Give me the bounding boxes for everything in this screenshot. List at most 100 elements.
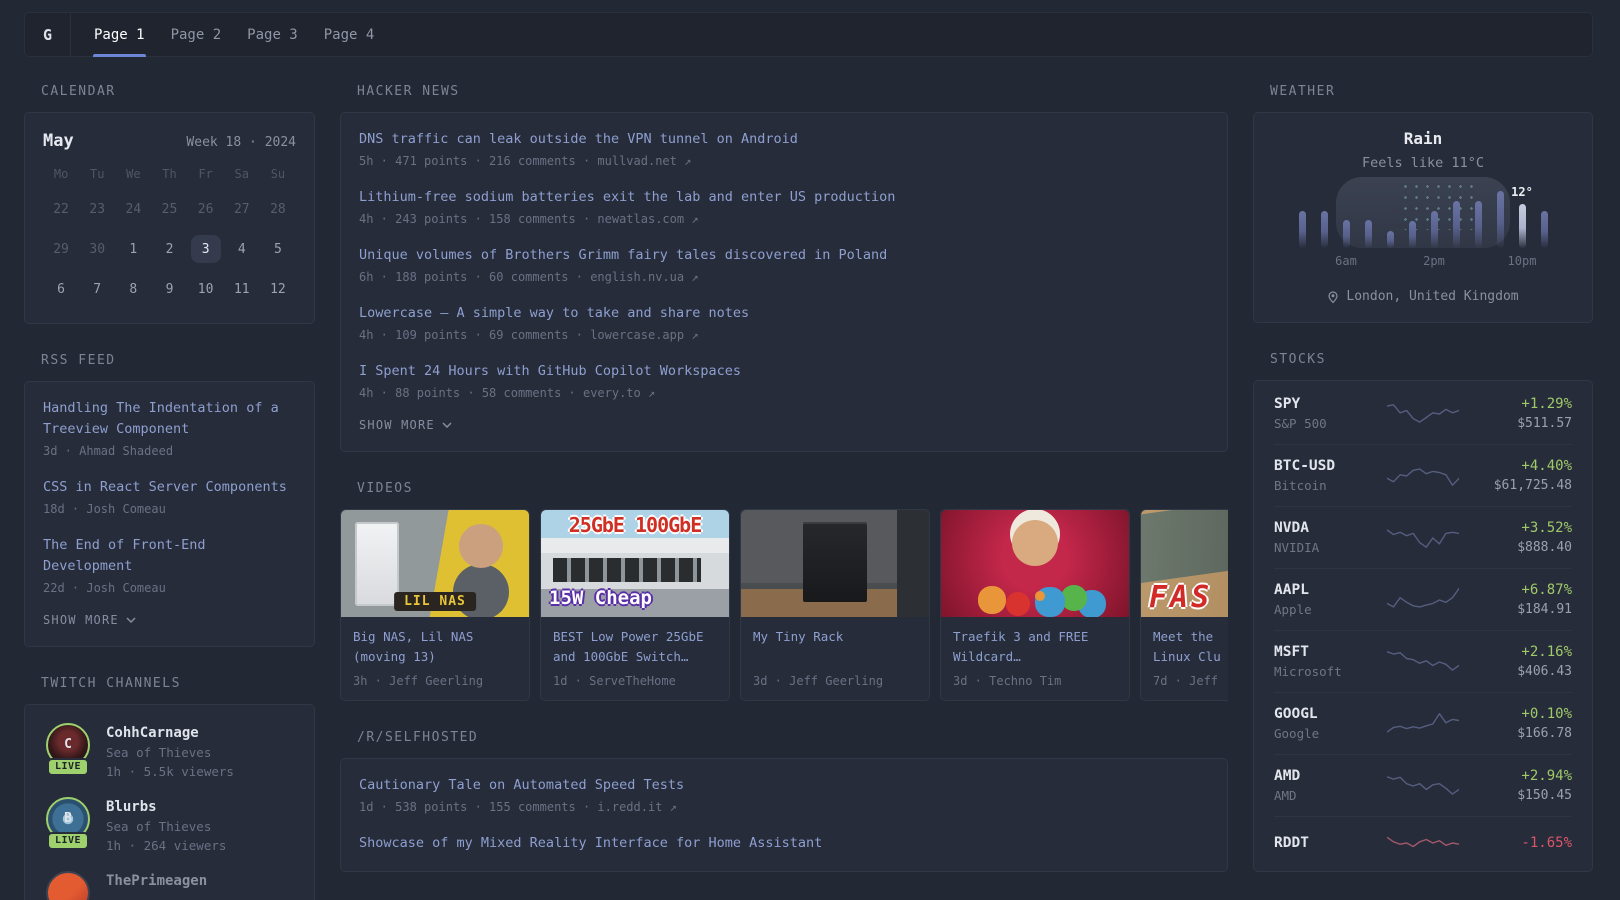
twitch-avatar-wrap: B LIVE [43,796,93,850]
stock-symbol: BTC-USD [1274,458,1336,474]
weather-bar-column [1292,191,1312,248]
video-card[interactable]: Traefik 3 and FREE Wildcard… 3d · Techno… [940,508,1130,701]
video-card[interactable]: My Tiny Rack 3d · Jeff Geerling [740,508,930,701]
stock-row[interactable]: BTC-USD Bitcoin +4.40% $61,725.48 [1274,444,1572,506]
calendar-heading: CALENDAR [41,84,116,99]
twitch-channel-name: ThePrimeagen [106,872,208,889]
stock-identity: AAPL Apple [1274,582,1381,617]
weekday-label: Mo [53,167,69,181]
calendar-day: 4 [237,241,246,257]
calendar-day: 9 [165,281,174,297]
right-column: WEATHER Rain Feels like 11°C 6am 2pm 12°… [1253,84,1593,900]
calendar-day: 1 [129,241,138,257]
reddit-item-title[interactable]: Showcase of my Mixed Reality Interface f… [359,833,1209,854]
video-card[interactable]: 25GbE 100GbE 15W Cheap BEST Low Power 25… [540,508,730,701]
stock-sparkline [1387,467,1459,486]
hackernews-item-title[interactable]: DNS traffic can leak outside the VPN tun… [359,129,1209,150]
hackernews-show-more-button[interactable]: SHOW MORE [359,418,452,432]
hackernews-item-title[interactable]: Lithium-free sodium batteries exit the l… [359,187,1209,208]
video-card[interactable]: LIL NAS Big NAS, Lil NAS (moving 13) 3h … [340,508,530,701]
twitch-channel-row[interactable]: C LIVE CohhCarnage Sea of Thieves 1h · 5… [43,722,296,779]
weather-time-label: 6am [1335,254,1357,268]
video-title[interactable]: BEST Low Power 25GbE and 100GbE Switch… [553,627,717,667]
twitch-avatar-wrap: C LIVE [43,722,93,776]
stock-identity: RDDT [1274,835,1381,851]
hackernews-item-title[interactable]: Unique volumes of Brothers Grimm fairy t… [359,245,1209,266]
calendar-header: May Week 18 · 2024 [43,131,296,151]
weather-bar-column: 6am [1335,191,1357,268]
stock-symbol: AAPL [1274,582,1309,598]
rss-item: CSS in React Server Components 18d · Jos… [43,477,296,516]
rss-section: RSS FEED Handling The Indentation of a T… [24,353,315,647]
video-thumbnail[interactable] [941,509,1129,617]
hackernews-item-meta: 6h · 188 points · 60 comments · english.… [359,269,699,284]
video-title[interactable]: Meet the Linux Clu [1153,627,1228,667]
stock-change-percent: +6.87% [1521,582,1572,598]
calendar-card: May Week 18 · 2024 Mo Tu We Th Fr Sa Su 22 23 24… [24,112,315,324]
weather-bar [1298,211,1306,248]
rss-heading: RSS FEED [41,353,116,368]
stock-row[interactable]: AMD AMD +2.94% $150.45 [1274,754,1572,816]
twitch-section: TWITCH CHANNELS C LIVE CohhCarnage Sea o… [24,676,315,900]
video-title[interactable]: Traefik 3 and FREE Wildcard… [953,627,1117,667]
stock-row[interactable]: MSFT Microsoft +2.16% $406.43 [1274,630,1572,692]
calendar-day: 10 [197,281,214,297]
reddit-item: Showcase of my Mixed Reality Interface f… [359,833,1209,854]
weather-bar-column [1358,191,1378,248]
weather-bar-column: 2pm [1423,191,1445,268]
calendar-day: 7 [93,281,102,297]
calendar-weekdays: Mo Tu We Th Fr Sa Su [43,167,296,181]
weather-bar-column [1490,191,1510,248]
reddit-item-title[interactable]: Cautionary Tale on Automated Speed Tests [359,775,1209,796]
video-thumbnail[interactable]: 25GbE 100GbE 15W Cheap [541,509,729,617]
page-tab[interactable]: Page 1 [81,13,158,57]
hackernews-item-title[interactable]: I Spent 24 Hours with GitHub Copilot Wor… [359,361,1209,382]
stocks-heading: STOCKS [1270,352,1326,367]
twitch-channel-row[interactable]: B LIVE Blurbs Sea of Thieves 1h · 264 vi… [43,796,296,853]
weather-chart: 6am 2pm 12° 10pm [1292,177,1554,273]
page-tab[interactable]: Page 3 [234,13,311,56]
twitch-channel-row[interactable]: ThePrimeagen [43,870,296,900]
stock-company-name: S&P 500 [1274,416,1327,431]
stock-price: $511.57 [1517,416,1572,431]
video-thumbnail[interactable]: LIL NAS [341,509,529,617]
hackernews-item-meta: 5h · 471 points · 216 comments · mullvad… [359,153,692,168]
stock-row[interactable]: AAPL Apple +6.87% $184.91 [1274,568,1572,630]
rss-item-title[interactable]: The End of Front-End Development [43,535,296,577]
stock-company-name: NVIDIA [1274,540,1320,555]
rss-item-meta: 3d · Ahmad Shadeed [43,443,174,458]
rss-show-more-button[interactable]: SHOW MORE [43,613,136,627]
avatar-letter: B [64,811,72,827]
stock-row[interactable]: RDDT -1.65% [1274,816,1572,869]
stock-row[interactable]: GOOGL Google +0.10% $166.78 [1274,692,1572,754]
stock-symbol: SPY [1274,396,1301,412]
video-title[interactable]: My Tiny Rack [753,627,917,667]
twitch-channel-meta: 1h · 5.5k viewers [106,763,234,779]
app-logo[interactable]: G [25,13,71,56]
page-tab[interactable]: Page 2 [158,13,235,56]
weather-bar [1320,211,1328,248]
video-meta: 3d · Techno Tim [953,673,1062,688]
stock-company-name: Google [1274,726,1320,741]
stock-row[interactable]: SPY S&P 500 +1.29% $511.57 [1274,383,1572,444]
thumbnail-text: 25GbE 100GbE [568,512,702,537]
video-title[interactable]: Big NAS, Lil NAS (moving 13) [353,627,517,667]
rss-item-title[interactable]: CSS in React Server Components [43,477,296,498]
twitch-channel-category: Sea of Thieves [106,744,212,760]
calendar-day: 25 [161,201,178,217]
weekday-label: Su [270,167,286,181]
hackernews-item-meta: 4h · 109 points · 69 comments · lowercas… [359,327,699,342]
calendar-day: 29 [53,241,69,257]
rss-list: Handling The Indentation of a Treeview C… [43,398,296,595]
stock-row[interactable]: NVDA NVIDIA +3.52% $888.40 [1274,506,1572,568]
page-tab[interactable]: Page 4 [311,13,388,56]
weather-bar [1364,220,1372,248]
video-meta: 7d · Jeff [1153,673,1219,688]
stock-identity: MSFT Microsoft [1274,644,1381,679]
video-card[interactable]: FAS Meet the Linux Clu 7d · Jeff [1140,508,1228,701]
video-thumbnail[interactable] [741,509,929,617]
hackernews-item-title[interactable]: Lowercase – A simple way to take and sha… [359,303,1209,324]
video-thumbnail[interactable]: FAS [1141,509,1228,617]
rss-item-title[interactable]: Handling The Indentation of a Treeview C… [43,398,296,440]
calendar-day: 28 [270,201,286,217]
